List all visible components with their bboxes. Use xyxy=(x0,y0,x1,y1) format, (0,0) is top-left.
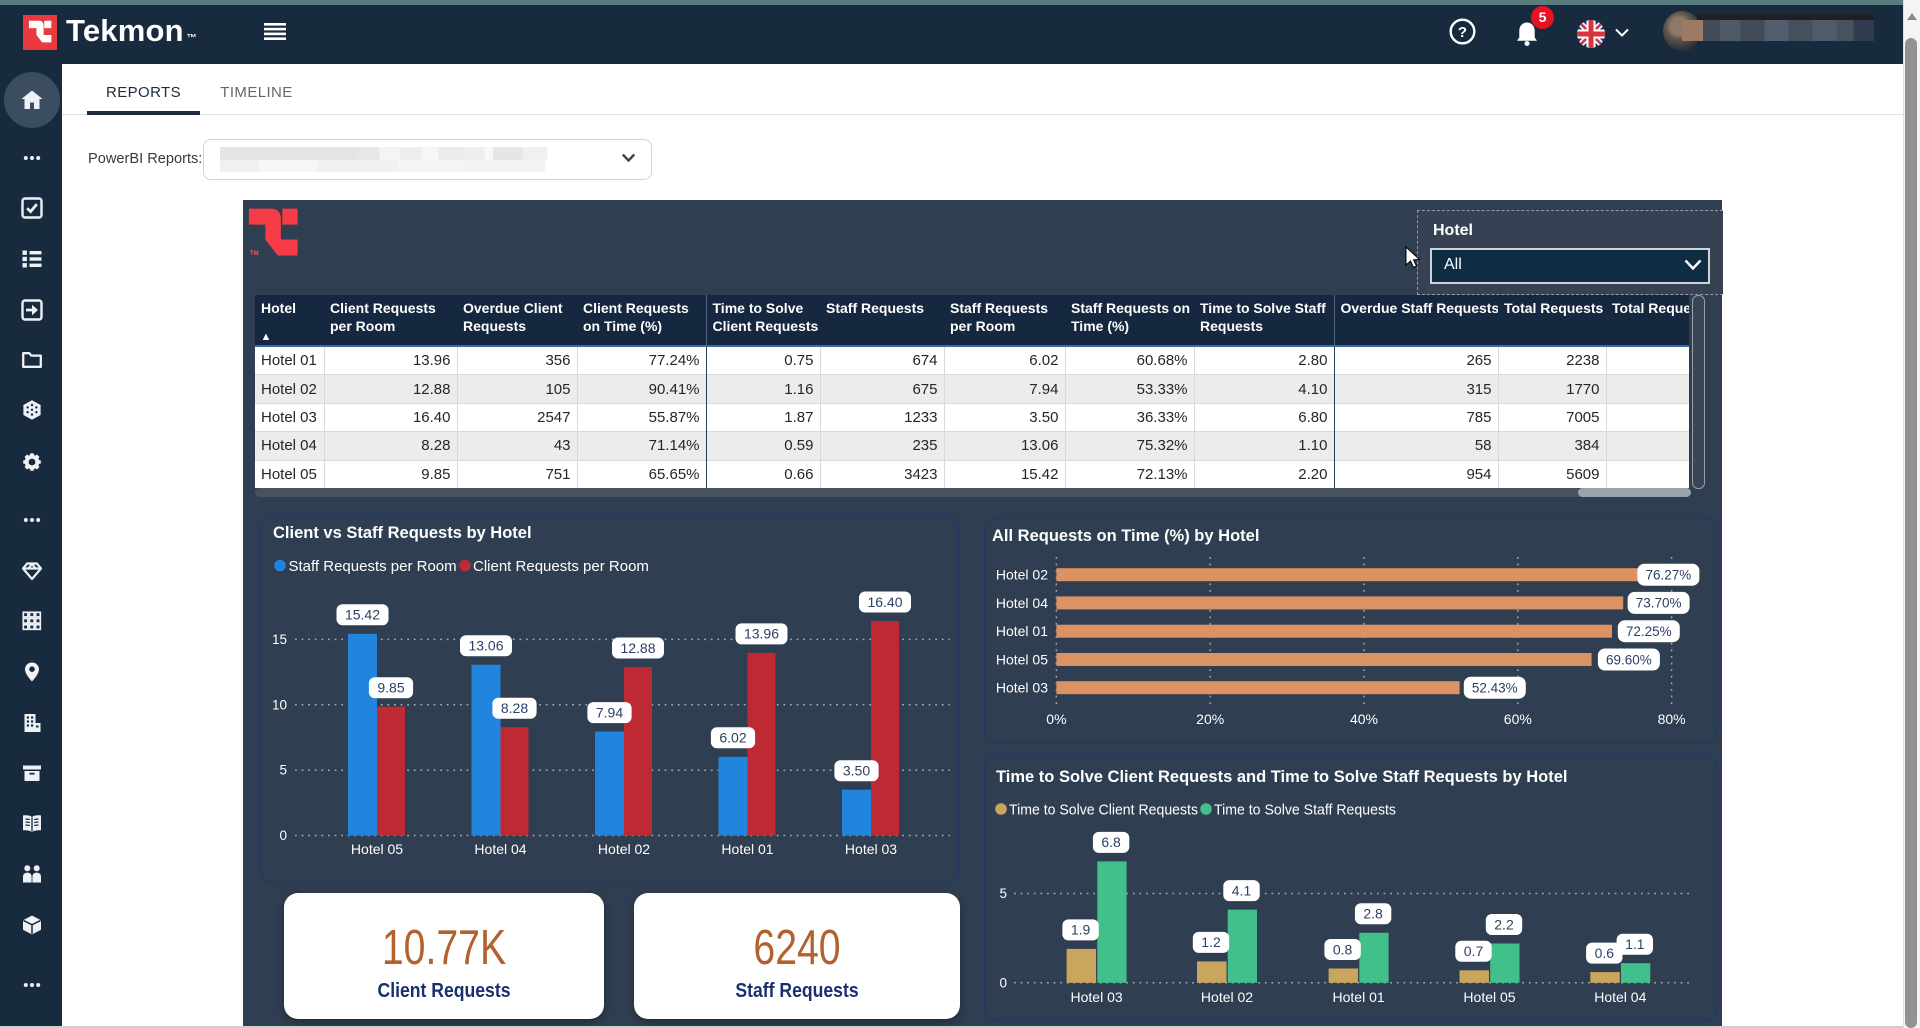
svg-text:20%: 20% xyxy=(1196,711,1224,727)
svg-text:1.2: 1.2 xyxy=(1201,934,1221,950)
svg-text:13.06: 13.06 xyxy=(468,638,503,654)
svg-text:8.28: 8.28 xyxy=(501,700,528,716)
svg-text:5: 5 xyxy=(999,886,1007,901)
svg-text:0.7: 0.7 xyxy=(1464,943,1484,959)
svg-text:Hotel 02: Hotel 02 xyxy=(1201,989,1253,1005)
svg-text:Staff Requests per Room: Staff Requests per Room xyxy=(289,558,457,575)
svg-text:Hotel 04: Hotel 04 xyxy=(1594,989,1646,1005)
svg-text:Hotel 04: Hotel 04 xyxy=(474,841,526,857)
svg-text:40%: 40% xyxy=(1350,711,1378,727)
svg-text:76.27%: 76.27% xyxy=(1646,568,1692,583)
svg-text:2.8: 2.8 xyxy=(1363,906,1383,922)
svg-text:Time to Solve Staff Requests: Time to Solve Staff Requests xyxy=(1214,802,1396,819)
svg-text:Client Requests per Room: Client Requests per Room xyxy=(473,558,649,575)
svg-text:6.8: 6.8 xyxy=(1101,834,1121,850)
svg-text:69.60%: 69.60% xyxy=(1606,652,1652,667)
svg-text:Hotel 05: Hotel 05 xyxy=(1463,989,1515,1005)
svg-text:Hotel 02: Hotel 02 xyxy=(996,567,1048,583)
svg-text:2.2: 2.2 xyxy=(1494,916,1514,932)
svg-text:Hotel 02: Hotel 02 xyxy=(598,841,650,857)
svg-text:80%: 80% xyxy=(1658,711,1686,727)
svg-text:72.25%: 72.25% xyxy=(1626,624,1672,639)
svg-text:1.1: 1.1 xyxy=(1625,936,1645,952)
svg-text:Hotel 05: Hotel 05 xyxy=(351,841,403,857)
svg-text:All Requests on Time (%) by Ho: All Requests on Time (%) by Hotel xyxy=(992,527,1259,545)
svg-text:9.85: 9.85 xyxy=(377,680,404,696)
svg-text:Time to Solve Client Requests: Time to Solve Client Requests and Time t… xyxy=(996,768,1568,786)
svg-text:4.1: 4.1 xyxy=(1232,882,1252,898)
svg-text:Hotel 05: Hotel 05 xyxy=(996,652,1048,668)
svg-text:16.40: 16.40 xyxy=(867,594,902,610)
svg-text:0: 0 xyxy=(279,828,287,843)
svg-text:7.94: 7.94 xyxy=(596,704,623,720)
svg-text:Hotel 01: Hotel 01 xyxy=(1333,989,1385,1005)
svg-text:?: ? xyxy=(1458,24,1467,41)
svg-text:Hotel 03: Hotel 03 xyxy=(996,680,1048,696)
svg-text:15: 15 xyxy=(272,632,287,647)
svg-text:Hotel 01: Hotel 01 xyxy=(996,623,1048,639)
svg-text:13.96: 13.96 xyxy=(744,626,779,642)
svg-text:Hotel 04: Hotel 04 xyxy=(996,595,1048,611)
svg-text:52.43%: 52.43% xyxy=(1472,681,1518,696)
svg-text:Client vs Staff Requests by Ho: Client vs Staff Requests by Hotel xyxy=(273,524,532,542)
svg-text:10: 10 xyxy=(272,697,287,712)
svg-text:1.9: 1.9 xyxy=(1071,922,1091,938)
svg-text:Hotel 01: Hotel 01 xyxy=(721,841,773,857)
svg-text:0: 0 xyxy=(999,975,1007,990)
svg-text:5: 5 xyxy=(279,763,287,778)
svg-text:60%: 60% xyxy=(1504,711,1532,727)
svg-text:73.70%: 73.70% xyxy=(1636,596,1682,611)
svg-text:0%: 0% xyxy=(1046,711,1066,727)
svg-text:0.6: 0.6 xyxy=(1595,945,1615,961)
svg-text:Time to Solve Client Requests: Time to Solve Client Requests xyxy=(1009,802,1198,819)
svg-text:15.42: 15.42 xyxy=(345,607,380,623)
svg-text:6.02: 6.02 xyxy=(719,730,746,746)
svg-text:12.88: 12.88 xyxy=(620,640,655,656)
svg-text:Hotel 03: Hotel 03 xyxy=(845,841,897,857)
svg-text:Hotel 03: Hotel 03 xyxy=(1071,989,1123,1005)
svg-text:3.50: 3.50 xyxy=(843,763,870,779)
svg-text:0.8: 0.8 xyxy=(1333,941,1353,957)
